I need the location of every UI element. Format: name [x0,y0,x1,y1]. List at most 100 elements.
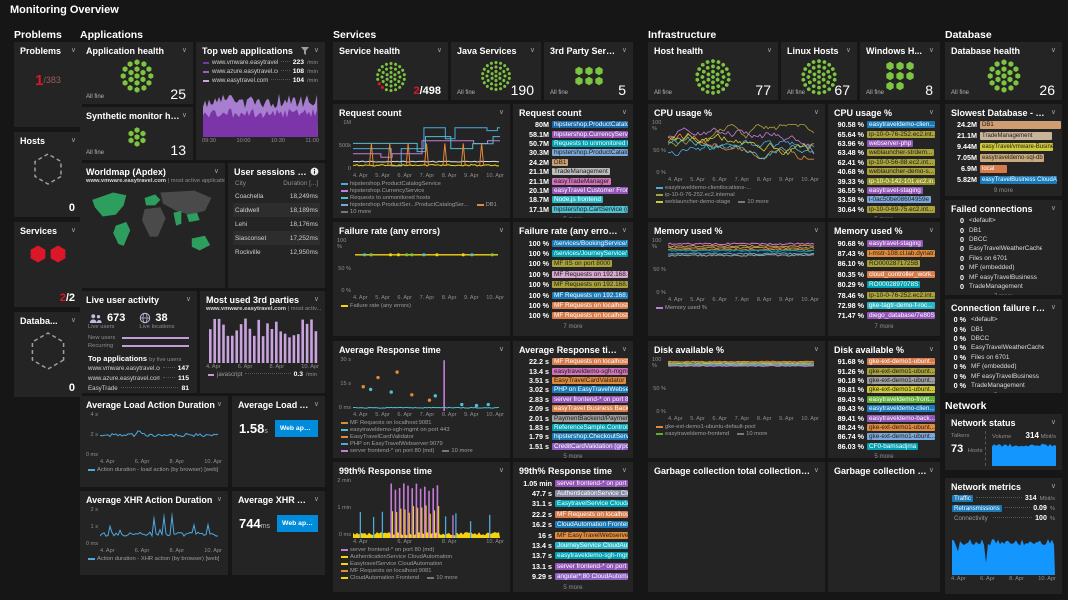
chevron-down-icon[interactable]: ∨ [497,466,504,476]
list-item[interactable]: 0 %MF easyTravelBusiness [950,371,1057,380]
list-item[interactable]: 0<default> [950,216,1057,225]
chevron-down-icon[interactable]: ∨ [312,46,319,56]
list-item[interactable]: 40.68 %weblauncher-demo-s... [833,167,935,176]
chevron-down-icon[interactable]: ∨ [927,108,934,118]
list-item[interactable]: 13.7 seasytraveldemo-sgh-mgmt o... [518,551,628,561]
tile-database-problems[interactable]: Databa...∨ 0 [14,312,82,397]
list-item[interactable]: 87.43 %i-mstr-108.cl.lab.dynatr... [833,248,935,258]
more-link[interactable]: 7 more [513,323,633,330]
list-item[interactable]: www.azure.easytravel.com115 [80,373,197,383]
chevron-down-icon[interactable]: ∨ [844,46,851,56]
list-item[interactable]: 2.09 seasyTravel Business Backend [518,404,628,413]
chevron-down-icon[interactable]: ∨ [497,345,504,355]
list-item[interactable]: 72.98 %gke-tagtr-demo-f-roc... [833,300,935,310]
more-link[interactable]: 5 more [828,216,940,218]
list-item[interactable]: 88.24 %gke-ext-demo1-ubunt... [833,423,935,432]
list-item[interactable]: 17.1Mhipstershop.CartService (grpc... [518,205,628,214]
list-item[interactable]: 0 %EasyTravelWeatherCache [950,343,1057,352]
list-item[interactable]: 89.43 %easytraveldemo-clien... [833,404,935,413]
chevron-down-icon[interactable]: ∨ [497,108,504,118]
tile-database-health[interactable]: Database health∨ All fine 26 [945,42,1062,100]
list-item[interactable]: 89.43 %easytraveldemo-front... [833,395,935,404]
tile-request-count-list[interactable]: Request count∨ 80Mhipstershop.ProductCat… [513,104,633,218]
tile-network-metrics[interactable]: Network metrics∨ Traffic314Mbit/s Retran… [945,478,1062,594]
tile-request-count-chart[interactable]: Request count∨ 1M500k0 4. Apr5. Apr6. Ap… [333,104,510,218]
chevron-down-icon[interactable]: ∨ [312,400,319,410]
list-item[interactable]: 80.35 %cloud_controller_work... [833,269,935,279]
chevron-down-icon[interactable]: ∨ [435,46,442,56]
funnel-icon[interactable] [301,47,309,55]
list-item[interactable]: 100 %MF IIS on port 8000 [518,259,628,269]
list-item[interactable]: 13.1 sserver frontend-* on port 80 [518,561,628,571]
list-item[interactable]: 21.1MeasyTradeManager [518,176,628,185]
more-link[interactable]: 5 more [513,453,633,458]
tile-worldmap-apdex[interactable]: Worldmap (Apdex)∨ www.vmware.easytravel.… [80,163,225,288]
chevron-down-icon[interactable]: ∨ [620,46,627,56]
tile-avg-xhr-action-chart[interactable]: Average XHR Action Duration∨ 2 s1 s0 ms … [80,491,228,575]
tile-p99-response-list[interactable]: 99th% Response time∨ 1.05 minserver fron… [513,462,633,592]
list-item[interactable]: 86.03 %CF0-bamsadjma [833,442,935,451]
list-item[interactable]: 21.1MTradeManagement [518,167,628,176]
list-item[interactable]: Connectivity100% [945,513,1062,523]
tile-p99-response-chart[interactable]: 99th% Response time∨ 2 min1 min0 ms 4. A… [333,462,510,592]
list-item[interactable]: 30.3Mhipstershop.ProductCatalogSe... [518,148,628,157]
table-row[interactable]: Caldwell18,189ms [233,203,320,217]
list-item[interactable]: 89.81 %gke-ext-demo1-ubunt... [833,385,935,394]
list-item[interactable]: 0TradeManagement [950,282,1057,291]
list-item[interactable]: 100 %MF Requests on localhost:9086 [518,311,628,321]
chevron-down-icon[interactable]: ∨ [180,46,187,56]
tile-failed-connections[interactable]: Failed connections∨ 0<default>0DB10DBCC0… [945,200,1062,295]
tile-hosts-problems[interactable]: Hosts∨ 0 [14,132,82,217]
list-item[interactable]: 7.05Measytraveldemo-sql-db [945,152,1062,163]
list-item[interactable]: 100 %MF Requests on 192.168.81.148:21 [518,269,628,279]
tile-avg-xhr-action-single[interactable]: Average XHR Ac...∨ 744ms Web applicati..… [232,491,325,575]
list-item[interactable]: 18.7MNode.js frontend [518,195,628,204]
chevron-down-icon[interactable]: ∨ [812,466,819,476]
list-item[interactable]: 0 %<default> [950,315,1057,324]
chevron-down-icon[interactable]: ∨ [620,345,627,355]
list-item[interactable]: 36.55 %easytravel-staging [833,186,935,195]
chevron-down-icon[interactable]: ∨ [69,46,76,56]
list-item[interactable]: 24.2MDB1 [518,158,628,167]
tile-cpu-usage-chart[interactable]: CPU usage %∨ 100 %50 %0 % 4. Apr5. Apr6.… [648,104,825,218]
list-item[interactable]: 58.1Mhipstershop.CurrencyService [518,129,628,138]
table-row[interactable]: Coachella18,249ms [233,189,320,203]
list-item[interactable]: 0DBCC [950,235,1057,244]
list-item[interactable]: EasyTrade81 [80,383,197,393]
list-item[interactable]: 0 %DBCC [950,334,1057,343]
info-icon[interactable] [310,167,319,176]
table-row[interactable]: Siasconset17,252ms [233,231,320,245]
chevron-down-icon[interactable]: ∨ [69,226,76,236]
list-item[interactable]: 86.10 %RO0002871725B [833,259,935,269]
tile-service-health[interactable]: Service health∨ 2/498 [333,42,448,100]
tile-user-sessions[interactable]: User sessions qu... CityDuration [...] C… [228,163,325,288]
web-application-button[interactable]: Web applicati... [275,420,318,437]
list-item[interactable]: 90.68 %easytravel-staging [833,238,935,248]
list-item[interactable]: 0Files on 6701 [950,254,1057,263]
chevron-down-icon[interactable]: ∨ [927,46,934,56]
list-item[interactable]: 5.82MeasyTravelBusiness CloudAuto... [945,174,1062,185]
chevron-down-icon[interactable]: ∨ [69,316,76,326]
tile-memory-used-list[interactable]: Memory used %∨ 90.68 %easytravel-staging… [828,222,940,336]
list-item[interactable]: 22.2 sMF Requests on localhost:9081 [518,357,628,366]
list-item[interactable]: www.vmware.easytravel.com 223 /min [201,58,320,67]
tile-avg-load-action-chart[interactable]: Average Load Action Duration∨ 4 s2 s0 ms… [80,396,228,487]
chevron-down-icon[interactable]: ∨ [312,295,319,305]
tile-linux-hosts[interactable]: Linux Hosts∨ All fine 67 [781,42,857,100]
chevron-down-icon[interactable]: ∨ [1049,482,1056,492]
list-item[interactable]: 2.83 sserver frontend-* on port 80 gr... [518,395,628,404]
list-item[interactable]: 13.4 seasytraveldemo-sgh-mgmt on... [518,366,628,375]
chevron-down-icon[interactable]: ∨ [620,108,627,118]
tile-avg-response-chart[interactable]: Average Response time∨ 30 s15 s0 ms 4. A… [333,341,510,458]
list-item[interactable]: 9.44MeasyTravel/vmware-Business [945,141,1062,152]
list-item[interactable]: 30.64 %ip-10-0-69-75.ec2.int... [833,205,935,214]
list-item[interactable]: 1.05 minserver frontend-* on port 80... [518,478,628,488]
tile-gc-total-collection-time[interactable]: Garbage collection total collection time… [648,462,825,592]
tile-failure-rate-list[interactable]: Failure rate (any errors)∨ 100 %/service… [513,222,633,336]
tile-memory-used-chart[interactable]: Memory used %∨ 100 %50 %0 % 4. Apr5. Apr… [648,222,825,336]
chevron-down-icon[interactable]: ∨ [812,226,819,236]
list-item[interactable]: 100 %MF Requests on 192.168.81.148:21 [518,280,628,290]
tile-live-user-activity[interactable]: Live user activity∨ 673 Live users 38 Li… [80,291,197,393]
chevron-down-icon[interactable]: ∨ [1049,46,1056,56]
list-item[interactable]: 63.48 %weblauncher-strdem... [833,148,935,157]
